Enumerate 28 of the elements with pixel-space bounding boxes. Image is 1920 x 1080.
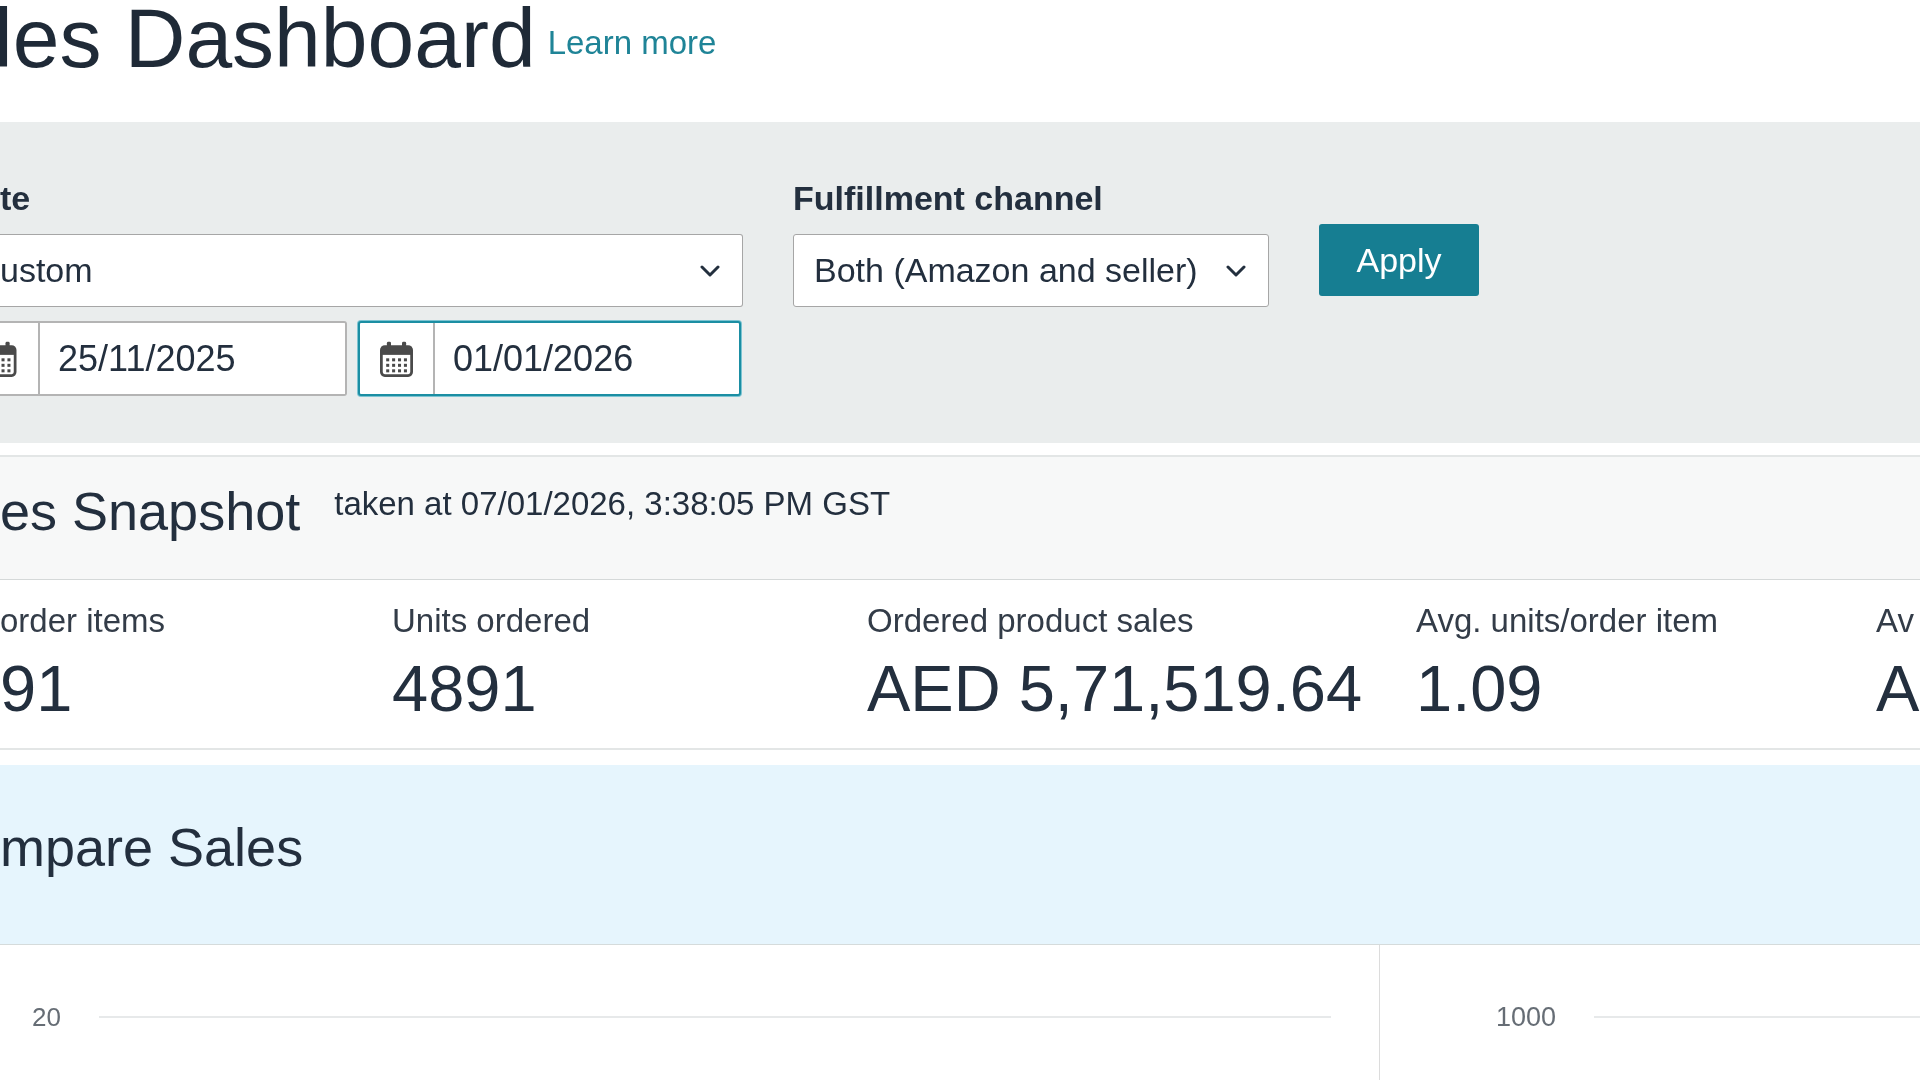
metric-label: Avg. units/order item [1416, 601, 1719, 641]
metric-label: order items [0, 601, 166, 641]
metric-label: Av [1876, 601, 1914, 641]
metric-label: Ordered product sales [867, 601, 1194, 641]
metric-value: A [1876, 653, 1920, 725]
metric-value: 1.09 [1416, 653, 1543, 725]
page-title: les Dashboard [0, 0, 536, 80]
snapshot-timestamp: taken at 07/01/2026, 3:38:05 PM GST [334, 484, 891, 524]
metric-value: 91 [0, 653, 73, 725]
date-field[interactable]: 01/01/2026 [358, 321, 741, 396]
calendar-icon [380, 340, 413, 377]
fulfillment-channel-label: Fulfillment channel [793, 178, 1103, 218]
axis-tick-label: 20 [32, 1002, 61, 1032]
metric-label: Units ordered [392, 601, 591, 641]
compare-sales-title: mpare Sales [0, 817, 304, 877]
axis-tick-label: 1000 [1496, 1002, 1557, 1032]
metric-value: AED 5,71,519.64 [867, 653, 1363, 725]
chevron-down-icon [1226, 264, 1246, 277]
date-range-select[interactable]: ustom [0, 234, 743, 307]
metric-value: 4891 [392, 653, 537, 725]
apply-button[interactable]: Apply [1319, 224, 1479, 296]
date-field[interactable]: 25/11/2025 [0, 321, 347, 396]
snapshot-title: es Snapshot [0, 481, 301, 541]
date-label: te [0, 178, 31, 218]
calendar-icon [0, 340, 17, 377]
fulfillment-channel-select[interactable]: Both (Amazon and seller) [793, 234, 1269, 307]
chevron-down-icon [700, 264, 720, 277]
learn-more-link[interactable]: Learn more [547, 0, 717, 63]
